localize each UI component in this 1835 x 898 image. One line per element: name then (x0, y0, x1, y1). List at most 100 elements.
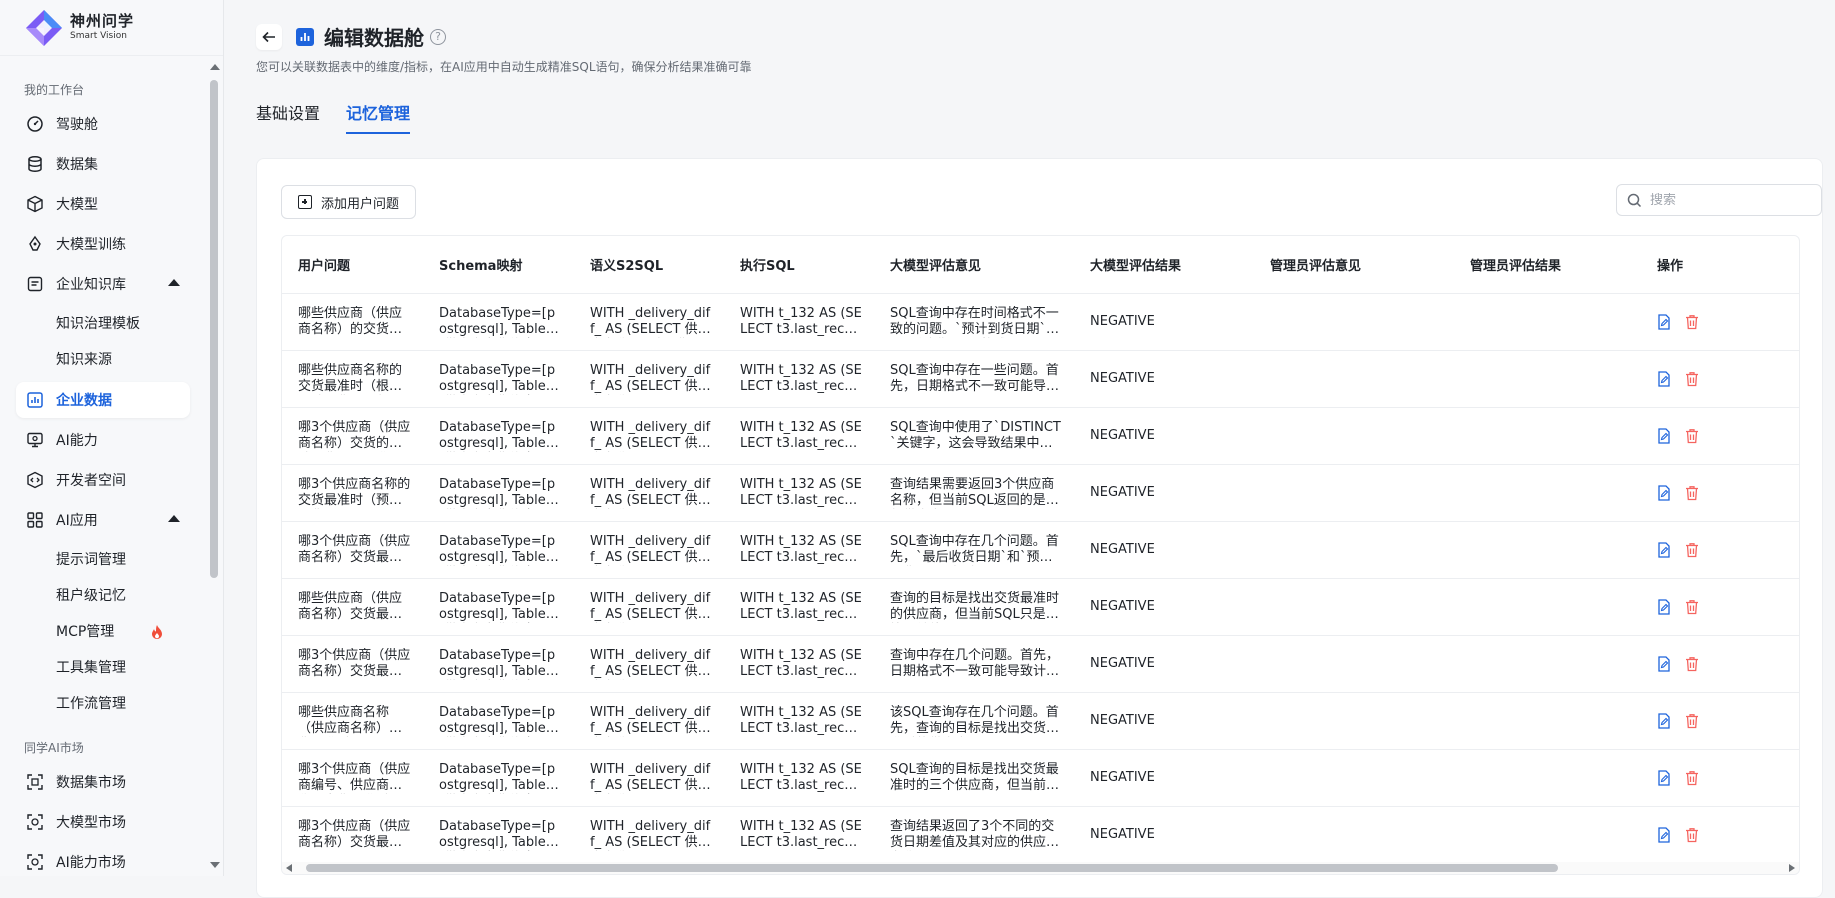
cell-exec-sql: WITH t_132 AS (SELECT t3.last_receipt_da… (724, 477, 874, 509)
cell-actions (1641, 371, 1781, 387)
chevron-up-icon[interactable] (168, 279, 180, 286)
fire-icon (150, 614, 164, 650)
delete-icon[interactable] (1685, 713, 1701, 729)
sidebar-subitem-mcp[interactable]: MCP管理 (16, 614, 190, 650)
sidebar-item-developer-space[interactable]: 开发者空间 (16, 462, 190, 498)
knowledge-icon (26, 275, 44, 293)
cell-schema-text: DatabaseType=[postgresql], Table=[供应商交货信… (439, 420, 557, 451)
delete-icon[interactable] (1685, 542, 1701, 558)
edit-icon[interactable] (1657, 656, 1673, 672)
edit-icon[interactable] (1657, 713, 1673, 729)
edit-icon[interactable] (1657, 371, 1673, 387)
delete-icon[interactable] (1685, 827, 1701, 843)
sidebar-subitem-tenant-memory[interactable]: 租户级记忆 (16, 578, 190, 614)
cell-s2sql: WITH _delivery_diff_ AS (SELECT 供应商名称 FR… (574, 762, 724, 794)
sidebar-item-label: AI能力市场 (56, 855, 126, 871)
scroll-down-icon[interactable] (210, 862, 220, 868)
sidebar-item-datasets[interactable]: 数据集 (16, 146, 190, 182)
delete-icon[interactable] (1685, 599, 1701, 615)
delete-icon[interactable] (1685, 314, 1701, 330)
edit-icon[interactable] (1657, 485, 1673, 501)
sidebar-subitem-toolset[interactable]: 工具集管理 (16, 650, 190, 686)
column-header-admin-opinion[interactable]: 管理员评估意见 (1254, 255, 1454, 274)
table-row: 哪3个供应商（供应商名称）交货最准时？ DatabaseType=[postgre… (282, 522, 1799, 579)
tab-memory-management[interactable]: 记忆管理 (346, 100, 411, 134)
column-header-admin-result[interactable]: 管理员评估结果 (1454, 255, 1641, 274)
sidebar-item-label: AI能力 (56, 433, 98, 449)
sidebar-item-knowledge-base[interactable]: 企业知识库 (16, 266, 190, 302)
delete-icon[interactable] (1685, 485, 1701, 501)
sidebar-item-ai-capability[interactable]: AI能力 (16, 422, 190, 458)
column-header-exec-sql[interactable]: 执行SQL (724, 255, 874, 274)
sidebar-item-enterprise-data[interactable]: 企业数据 (16, 382, 190, 418)
sidebar-item-llm-market[interactable]: 大模型市场 (16, 804, 190, 840)
scrollbar-thumb[interactable] (210, 80, 218, 578)
sidebar-item-label: 大模型市场 (56, 815, 126, 831)
delete-icon[interactable] (1685, 770, 1701, 786)
sidebar-item-dataset-market[interactable]: 数据集市场 (16, 764, 190, 800)
column-header-s2sql[interactable]: 语义S2SQL (574, 255, 724, 274)
sidebar-subitem-prompt-management[interactable]: 提示词管理 (16, 542, 190, 578)
sidebar-subitem-workflow[interactable]: 工作流管理 (16, 686, 190, 722)
table-horizontal-scrollbar[interactable] (282, 862, 1799, 874)
cell-exec-sql: WITH t_132 AS (SELECT t3.last_receipt_da… (724, 819, 874, 851)
edit-icon[interactable] (1657, 827, 1673, 843)
cell-s2sql-text: WITH _delivery_diff_ AS (SELECT 供应商名称 FR… (590, 705, 711, 736)
edit-icon[interactable] (1657, 542, 1673, 558)
column-header-schema[interactable]: Schema映射 (423, 255, 574, 274)
column-header-llm-opinion[interactable]: 大模型评估意见 (874, 255, 1074, 274)
cell-s2sql: WITH _delivery_diff_ AS (SELECT 供应商名称 FR… (574, 705, 724, 737)
sidebar-item-label: 企业知识库 (56, 277, 126, 293)
cell-schema: DatabaseType=[postgresql], Table=[供应商交货信… (423, 306, 574, 338)
cell-exec-sql: WITH t_132 AS (SELECT t3.last_receipt_da… (724, 534, 874, 566)
delete-icon[interactable] (1685, 428, 1701, 444)
cell-question-text: 哪些供应商名称的交货最准时（根据预计到货日期判断）？ (298, 363, 403, 394)
cell-question: 哪些供应商（供应商名称）的交货最准时（根据预计到货日期与最后收货日期的差值判断）… (282, 306, 423, 338)
table-row: 哪些供应商名称（供应商名称）交货最准时？ DatabaseType=[postgr… (282, 693, 1799, 750)
sidebar-item-ai-market[interactable]: AI能力市场 (16, 844, 190, 876)
chevron-up-icon[interactable] (168, 515, 180, 522)
search-input[interactable] (1650, 192, 1800, 208)
search-box[interactable] (1616, 184, 1822, 216)
sidebar-item-dashboard[interactable]: 驾驶舱 (16, 106, 190, 142)
delete-icon[interactable] (1685, 371, 1701, 387)
cell-actions (1641, 542, 1781, 558)
column-header-llm-result[interactable]: 大模型评估结果 (1074, 255, 1254, 274)
delete-icon[interactable] (1685, 656, 1701, 672)
edit-icon[interactable] (1657, 599, 1673, 615)
edit-icon[interactable] (1657, 428, 1673, 444)
cell-llm-opinion-text: SQL查询中存在几个问题。首先，`最后收货日期`和`预计到货日期`类型不同。 (890, 534, 1059, 565)
memory-card: 添加用户问题 用户问题 Schema映射 语义S2SQL 执行SQL 大模型评估… (256, 158, 1823, 898)
help-icon[interactable]: ? (430, 28, 446, 45)
scroll-left-icon[interactable] (286, 864, 292, 872)
cell-llm-opinion: 查询的目标是找出交货最准时的供应商，但当前SQL只是计算了差值。 (874, 591, 1074, 623)
sidebar-item-label: 大模型训练 (56, 237, 126, 253)
sidebar-item-label: MCP管理 (56, 624, 115, 640)
sidebar-item-llm-training[interactable]: 大模型训练 (16, 226, 190, 262)
sidebar-subitem-knowledge-template[interactable]: 知识治理模板 (16, 306, 190, 342)
sidebar-subitem-knowledge-source[interactable]: 知识来源 (16, 342, 190, 378)
scroll-right-icon[interactable] (1789, 864, 1795, 872)
cell-llm-result-text: NEGATIVE (1090, 428, 1155, 443)
scroll-up-icon[interactable] (210, 64, 220, 70)
tab-basic-settings[interactable]: 基础设置 (256, 100, 320, 134)
sidebar-item-ai-apps[interactable]: AI应用 (16, 502, 190, 538)
sidebar-scrollbar[interactable] (206, 56, 224, 876)
sidebar-item-label: AI应用 (56, 513, 98, 529)
edit-icon[interactable] (1657, 770, 1673, 786)
add-user-question-button[interactable]: 添加用户问题 (281, 185, 417, 219)
cell-exec-sql-text: WITH t_132 AS (SELECT t3.last_receipt_da… (740, 306, 862, 337)
cell-schema-text: DatabaseType=[postgresql], Table=[供应商交货信… (439, 534, 557, 565)
cell-question: 哪3个供应商名称的交货最准时（预计到货日期）？ (282, 477, 423, 509)
logo[interactable]: 神州问学 Smart Vision (0, 0, 223, 56)
cell-llm-result-text: NEGATIVE (1090, 599, 1155, 614)
scrollbar-thumb[interactable] (306, 864, 1558, 872)
cell-llm-opinion-text: 该SQL查询存在几个问题。首先，查询的目标是找出交货最准时的供应商。 (890, 705, 1060, 736)
cell-exec-sql: WITH t_132 AS (SELECT t3.last_receipt_da… (724, 705, 874, 737)
add-user-question-label: 添加用户问题 (321, 196, 400, 212)
column-header-question[interactable]: 用户问题 (282, 255, 423, 274)
sidebar-item-llm[interactable]: 大模型 (16, 186, 190, 222)
back-button[interactable] (256, 23, 282, 50)
cell-llm-result: NEGATIVE (1074, 371, 1254, 387)
edit-icon[interactable] (1657, 314, 1673, 330)
